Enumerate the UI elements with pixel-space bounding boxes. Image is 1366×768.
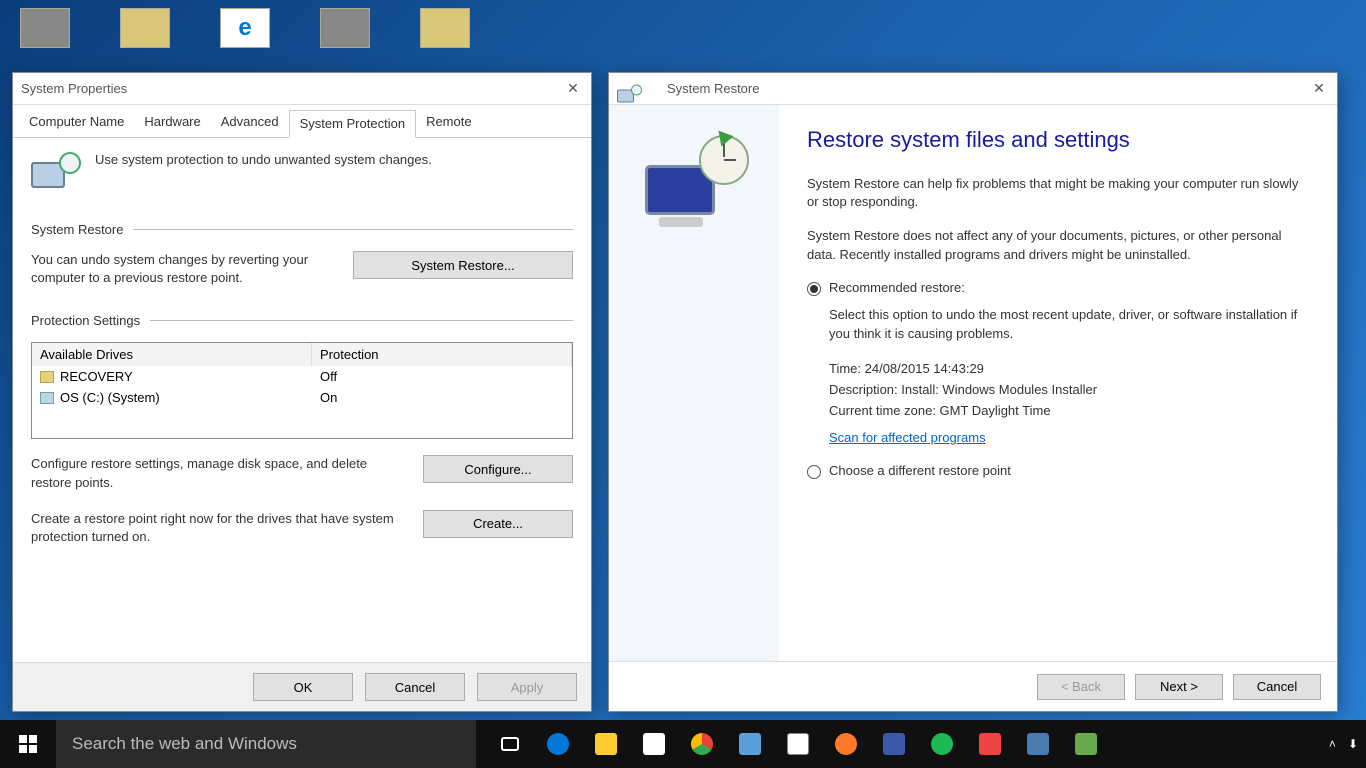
spotify-icon[interactable]	[918, 720, 966, 768]
desktop-icon[interactable]	[320, 8, 370, 48]
wizard-p2: System Restore does not affect any of yo…	[807, 227, 1309, 263]
col-available-drives: Available Drives	[32, 343, 312, 366]
restore-titlebar-icon	[617, 84, 642, 93]
restore-timezone: Current time zone: GMT Daylight Time	[829, 403, 1309, 418]
table-row[interactable]: RECOVERY Off	[32, 366, 572, 387]
search-placeholder: Search the web and Windows	[72, 734, 297, 754]
start-button[interactable]	[0, 720, 56, 768]
drive-icon	[40, 392, 54, 404]
tab-remote[interactable]: Remote	[416, 109, 482, 137]
cancel-button[interactable]: Cancel	[1233, 674, 1321, 700]
drive-icon	[40, 371, 54, 383]
app-icon[interactable]	[774, 720, 822, 768]
recommended-desc: Select this option to undo the most rece…	[829, 306, 1309, 344]
window-title: System Properties	[21, 81, 127, 96]
desktop-icon[interactable]	[20, 8, 70, 48]
radio-recommended-label: Recommended restore:	[829, 280, 1309, 295]
wizard-heading: Restore system files and settings	[807, 127, 1309, 153]
restore-description: Description: Install: Windows Modules In…	[829, 382, 1309, 397]
create-button[interactable]: Create...	[423, 510, 573, 538]
file-explorer-icon[interactable]	[582, 720, 630, 768]
app-icon[interactable]	[966, 720, 1014, 768]
ok-button[interactable]: OK	[253, 673, 353, 701]
restore-time: Time: 24/08/2015 14:43:29	[829, 361, 1309, 376]
app-icon[interactable]	[726, 720, 774, 768]
table-row[interactable]: OS (C:) (System) On	[32, 387, 572, 408]
tray-download-icon[interactable]: ⬇	[1348, 737, 1358, 751]
app-icon[interactable]	[870, 720, 918, 768]
desktop-folder-icon[interactable]	[120, 8, 170, 48]
wizard-sidebar	[609, 105, 779, 661]
back-button: < Back	[1037, 674, 1125, 700]
titlebar[interactable]: System Restore ✕	[609, 73, 1337, 105]
system-restore-text: You can undo system changes by reverting…	[31, 251, 333, 287]
search-input[interactable]: Search the web and Windows	[56, 720, 476, 768]
radio-dot-icon[interactable]	[807, 465, 821, 479]
taskbar-apps	[486, 720, 1110, 768]
col-protection: Protection	[312, 343, 572, 366]
tabs: Computer Name Hardware Advanced System P…	[13, 105, 591, 138]
app-icon[interactable]	[1014, 720, 1062, 768]
intro-text: Use system protection to undo unwanted s…	[95, 152, 432, 167]
tray-chevron-icon[interactable]: ˄	[1329, 737, 1336, 751]
system-tray[interactable]: ˄ ⬇	[1329, 737, 1366, 751]
system-restore-icon	[639, 135, 749, 235]
apply-button: Apply	[477, 673, 577, 701]
radio-different-point[interactable]: Choose a different restore point	[807, 463, 1309, 479]
group-protection-settings: Protection Settings	[31, 313, 140, 328]
snipping-tool-icon[interactable]	[822, 720, 870, 768]
tab-system-protection[interactable]: System Protection	[289, 110, 417, 138]
radio-recommended[interactable]: Recommended restore:	[807, 280, 1309, 296]
radio-dot-icon[interactable]	[807, 282, 821, 296]
titlebar[interactable]: System Properties ✕	[13, 73, 591, 105]
chrome-icon[interactable]	[678, 720, 726, 768]
next-button[interactable]: Next >	[1135, 674, 1223, 700]
desktop-folder-icon[interactable]	[420, 8, 470, 48]
system-protection-icon	[31, 152, 81, 196]
system-restore-button[interactable]: System Restore...	[353, 251, 573, 279]
create-text: Create a restore point right now for the…	[31, 510, 403, 546]
task-view-icon[interactable]	[486, 720, 534, 768]
wizard-footer: < Back Next > Cancel	[609, 661, 1337, 711]
tab-body: Use system protection to undo unwanted s…	[13, 138, 591, 584]
dialog-buttons: OK Cancel Apply	[13, 662, 591, 711]
system-restore-window: System Restore ✕ Restore system files an…	[608, 72, 1338, 712]
group-system-restore: System Restore	[31, 222, 123, 237]
system-properties-window: System Properties ✕ Computer Name Hardwa…	[12, 72, 592, 712]
windows-logo-icon	[19, 735, 37, 753]
app-icon[interactable]	[1062, 720, 1110, 768]
desktop-icons: e	[20, 8, 470, 48]
tab-hardware[interactable]: Hardware	[134, 109, 210, 137]
wizard-main: Restore system files and settings System…	[779, 105, 1337, 661]
close-icon[interactable]: ✕	[563, 80, 583, 97]
tab-advanced[interactable]: Advanced	[211, 109, 289, 137]
cancel-button[interactable]: Cancel	[365, 673, 465, 701]
desktop-edge-icon[interactable]: e	[220, 8, 270, 48]
drives-table: Available Drives Protection RECOVERY Off…	[31, 342, 573, 439]
window-title: System Restore	[667, 81, 759, 96]
store-icon[interactable]	[630, 720, 678, 768]
taskbar: Search the web and Windows ˄ ⬇	[0, 720, 1366, 768]
wizard-p1: System Restore can help fix problems tha…	[807, 175, 1309, 211]
edge-icon[interactable]	[534, 720, 582, 768]
tab-computer-name[interactable]: Computer Name	[19, 109, 134, 137]
configure-button[interactable]: Configure...	[423, 455, 573, 483]
close-icon[interactable]: ✕	[1309, 80, 1329, 97]
scan-affected-link[interactable]: Scan for affected programs	[829, 430, 986, 445]
radio-different-label: Choose a different restore point	[829, 463, 1309, 478]
configure-text: Configure restore settings, manage disk …	[31, 455, 403, 491]
